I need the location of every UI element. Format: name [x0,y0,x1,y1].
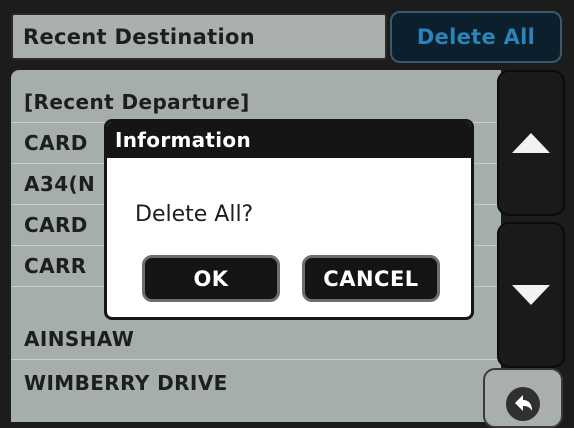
list-item-label: WIMBERRY DRIVE [24,370,228,395]
dialog-title: Information [107,122,471,158]
delete-all-button[interactable]: Delete All [390,11,562,63]
delete-all-label: Delete All [416,25,536,49]
cancel-button-label: CANCEL [323,266,419,291]
back-arrow-icon [506,387,540,421]
list-item-label: CARD [24,131,88,155]
list-item[interactable]: [Recent Departure] [11,82,501,123]
ok-button-label: OK [193,266,229,291]
list-item-label: CARD [24,213,88,237]
list-item-label: AINSHAW [24,327,135,351]
triangle-down-icon [512,285,550,305]
list-item-label: A34(N [24,172,96,196]
ok-button[interactable]: OK [142,255,280,302]
list-item-label: [Recent Departure] [24,90,250,114]
scroll-down-button[interactable] [497,222,565,368]
cancel-button[interactable]: CANCEL [302,255,440,302]
dialog-title-label: Information [115,128,252,152]
page-title: Recent Destination [11,13,387,60]
back-button[interactable] [483,368,563,428]
page-title-label: Recent Destination [23,24,255,49]
scroll-up-button[interactable] [497,70,565,216]
list-item[interactable]: WIMBERRY DRIVE [11,362,501,403]
triangle-up-icon [512,133,550,153]
dialog-message: Delete All? [135,202,254,227]
information-dialog: Information Delete All? OK CANCEL [104,119,474,320]
list-item-label: CARR [24,254,87,278]
list-item[interactable]: AINSHAW [11,319,501,360]
